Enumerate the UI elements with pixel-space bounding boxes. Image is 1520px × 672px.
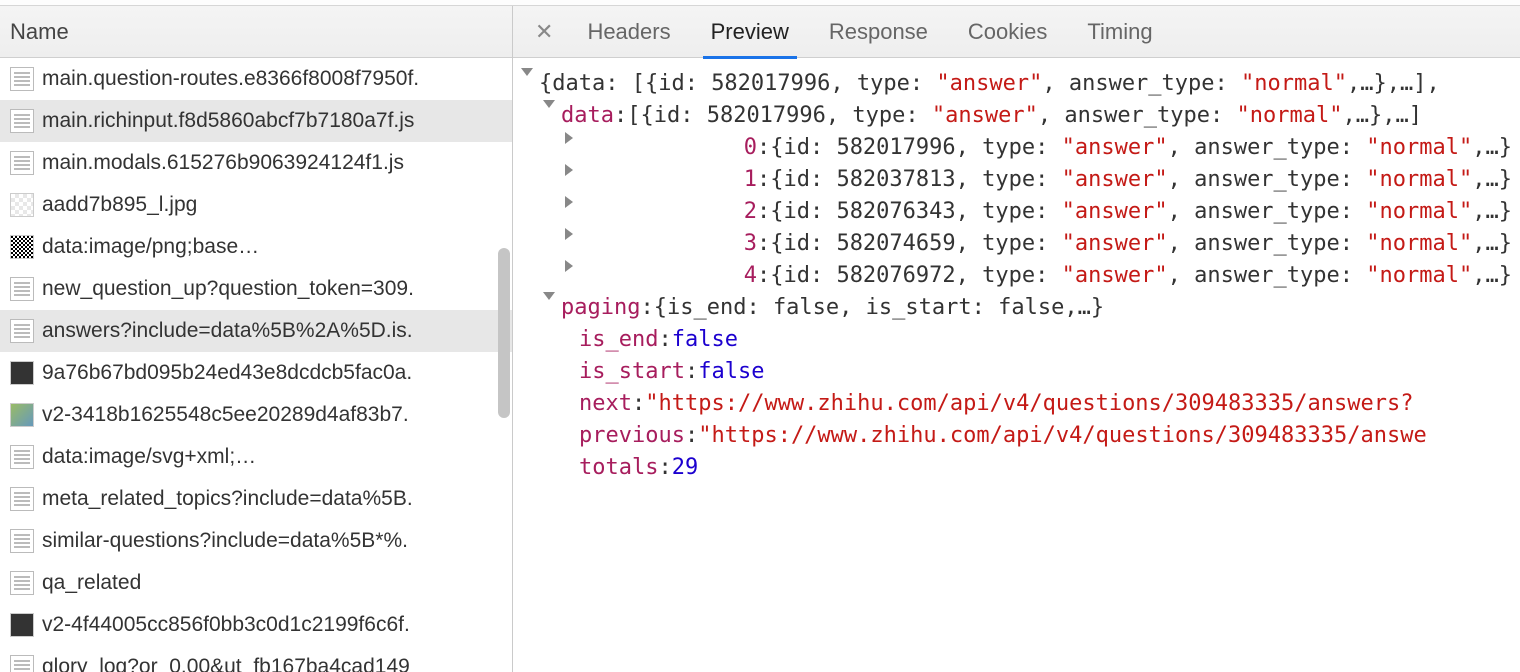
expand-toggle-icon[interactable] bbox=[565, 260, 736, 272]
file-type-icon bbox=[10, 487, 34, 511]
request-row[interactable]: glory_log?or_0.00&ut_fb167ba4cad149 bbox=[0, 646, 512, 672]
scrollbar-thumb[interactable] bbox=[498, 248, 510, 418]
file-type-icon bbox=[10, 403, 34, 427]
json-leaf[interactable]: totals: 29 bbox=[521, 452, 1512, 484]
file-type-icon bbox=[10, 277, 34, 301]
expand-toggle-icon[interactable] bbox=[543, 292, 555, 300]
expand-toggle-icon[interactable] bbox=[565, 196, 736, 208]
json-node[interactable]: 2: {id: 582076343, type: "answer", answe… bbox=[521, 196, 1512, 228]
request-name: meta_related_topics?include=data%5B. bbox=[42, 487, 413, 511]
request-name: data:image/svg+xml;… bbox=[42, 445, 256, 469]
request-row[interactable]: data:image/png;base… bbox=[0, 226, 512, 268]
json-leaf[interactable]: previous: "https://www.zhihu.com/api/v4/… bbox=[521, 420, 1512, 452]
file-type-icon bbox=[10, 193, 34, 217]
request-row[interactable]: aadd7b895_l.jpg bbox=[0, 184, 512, 226]
tab-response[interactable]: Response bbox=[809, 6, 948, 58]
json-node[interactable]: data: [{id: 582017996, type: "answer", a… bbox=[521, 100, 1512, 132]
json-node[interactable]: paging: {is_end: false, is_start: false,… bbox=[521, 292, 1512, 324]
request-name: main.question-routes.e8366f8008f7950f. bbox=[42, 67, 419, 91]
file-type-icon bbox=[10, 109, 34, 133]
request-name: qa_related bbox=[42, 571, 141, 595]
json-node[interactable]: {data: [{id: 582017996, type: "answer", … bbox=[521, 68, 1512, 100]
json-preview[interactable]: {data: [{id: 582017996, type: "answer", … bbox=[513, 58, 1520, 672]
request-name: 9a76b67bd095b24ed43e8dcdcb5fac0a. bbox=[42, 361, 412, 385]
request-row[interactable]: data:image/svg+xml;… bbox=[0, 436, 512, 478]
request-row[interactable]: new_question_up?question_token=309. bbox=[0, 268, 512, 310]
details-tabs: ✕ HeadersPreviewResponseCookiesTiming bbox=[513, 6, 1520, 58]
tab-cookies[interactable]: Cookies bbox=[948, 6, 1067, 58]
request-row[interactable]: main.modals.615276b9063924124f1.js bbox=[0, 142, 512, 184]
close-icon[interactable]: ✕ bbox=[521, 19, 567, 45]
request-name: main.modals.615276b9063924124f1.js bbox=[42, 151, 404, 175]
expand-toggle-icon[interactable] bbox=[521, 68, 533, 76]
file-type-icon bbox=[10, 571, 34, 595]
request-row[interactable]: qa_related bbox=[0, 562, 512, 604]
request-row[interactable]: v2-4f44005cc856f0bb3c0d1c2199f6c6f. bbox=[0, 604, 512, 646]
expand-toggle-icon[interactable] bbox=[565, 132, 736, 144]
file-type-icon bbox=[10, 67, 34, 91]
file-type-icon bbox=[10, 529, 34, 553]
file-type-icon bbox=[10, 613, 34, 637]
request-name: aadd7b895_l.jpg bbox=[42, 193, 197, 217]
network-request-list[interactable]: main.question-routes.e8366f8008f7950f. ma… bbox=[0, 58, 512, 672]
json-node[interactable]: 1: {id: 582037813, type: "answer", answe… bbox=[521, 164, 1512, 196]
json-leaf[interactable]: is_start: false bbox=[521, 356, 1512, 388]
request-name: v2-4f44005cc856f0bb3c0d1c2199f6c6f. bbox=[42, 613, 410, 637]
json-node[interactable]: 3: {id: 582074659, type: "answer", answe… bbox=[521, 228, 1512, 260]
request-name: v2-3418b1625548c5ee20289d4af83b7. bbox=[42, 403, 409, 427]
request-row[interactable]: v2-3418b1625548c5ee20289d4af83b7. bbox=[0, 394, 512, 436]
file-type-icon bbox=[10, 445, 34, 469]
expand-toggle-icon[interactable] bbox=[565, 164, 736, 176]
json-leaf[interactable]: next: "https://www.zhihu.com/api/v4/ques… bbox=[521, 388, 1512, 420]
json-node[interactable]: 0: {id: 582017996, type: "answer", answe… bbox=[521, 132, 1512, 164]
request-row[interactable]: main.richinput.f8d5860abcf7b7180a7f.js bbox=[0, 100, 512, 142]
network-request-pane: Name main.question-routes.e8366f8008f795… bbox=[0, 6, 513, 672]
request-row[interactable]: main.question-routes.e8366f8008f7950f. bbox=[0, 58, 512, 100]
json-node[interactable]: 4: {id: 582076972, type: "answer", answe… bbox=[521, 260, 1512, 292]
request-row[interactable]: answers?include=data%5B%2A%5D.is. bbox=[0, 310, 512, 352]
details-pane: ✕ HeadersPreviewResponseCookiesTiming {d… bbox=[513, 6, 1520, 672]
file-type-icon bbox=[10, 151, 34, 175]
request-name: new_question_up?question_token=309. bbox=[42, 277, 414, 301]
request-row[interactable]: 9a76b67bd095b24ed43e8dcdcb5fac0a. bbox=[0, 352, 512, 394]
tab-timing[interactable]: Timing bbox=[1067, 6, 1172, 58]
devtools-panel: Name main.question-routes.e8366f8008f795… bbox=[0, 6, 1520, 672]
tab-preview[interactable]: Preview bbox=[691, 6, 809, 58]
request-row[interactable]: similar-questions?include=data%5B*%. bbox=[0, 520, 512, 562]
request-name: similar-questions?include=data%5B*%. bbox=[42, 529, 408, 553]
json-leaf[interactable]: is_end: false bbox=[521, 324, 1512, 356]
name-column-header[interactable]: Name bbox=[0, 6, 512, 58]
file-type-icon bbox=[10, 319, 34, 343]
expand-toggle-icon[interactable] bbox=[565, 228, 736, 240]
request-row[interactable]: meta_related_topics?include=data%5B. bbox=[0, 478, 512, 520]
request-name: data:image/png;base… bbox=[42, 235, 259, 259]
request-name: answers?include=data%5B%2A%5D.is. bbox=[42, 319, 413, 343]
file-type-icon bbox=[10, 361, 34, 385]
expand-toggle-icon[interactable] bbox=[543, 100, 555, 108]
request-name: main.richinput.f8d5860abcf7b7180a7f.js bbox=[42, 109, 414, 133]
request-name: glory_log?or_0.00&ut_fb167ba4cad149 bbox=[42, 655, 410, 672]
file-type-icon bbox=[10, 655, 34, 672]
file-type-icon bbox=[10, 235, 34, 259]
tab-headers[interactable]: Headers bbox=[567, 6, 690, 58]
